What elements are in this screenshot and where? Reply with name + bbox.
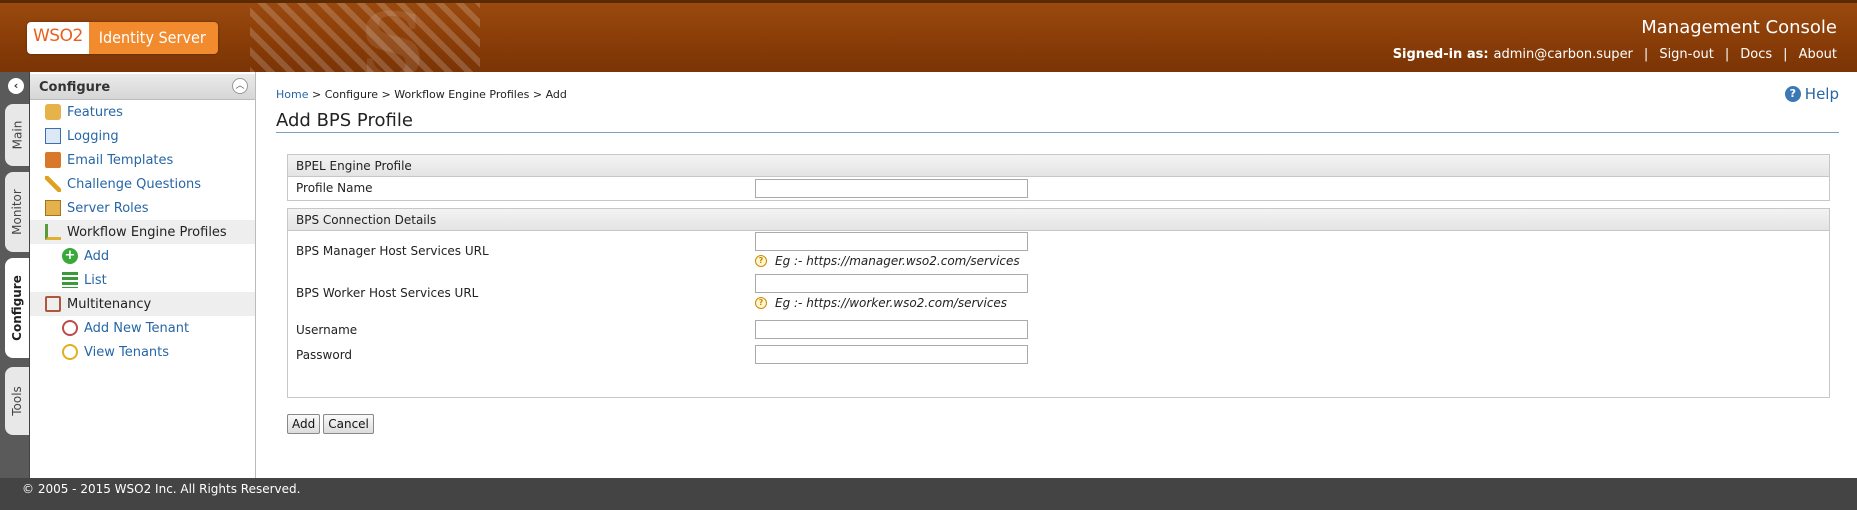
tab-tools[interactable]: Tools [5,367,29,435]
docs-link[interactable]: Docs [1740,47,1772,62]
page-title: Add BPS Profile [276,110,413,131]
signed-in-user: admin@carbon.super [1493,47,1633,62]
tab-configure[interactable]: Configure [5,258,29,358]
workflow-icon [45,224,61,240]
worker-url-hint: ? Eg :- https://worker.wso2.com/services [755,296,1007,310]
username-label: Username [296,323,358,337]
help-icon: ? [1784,86,1801,102]
sign-out-link[interactable]: Sign-out [1659,47,1714,62]
sidebar-title: Configure [39,80,111,95]
features-icon [45,104,61,120]
copyright-text: © 2005 - 2015 WSO2 Inc. All Rights Reser… [22,482,301,496]
manager-url-hint: ? Eg :- https://manager.wso2.com/service… [755,254,1020,268]
console-title: Management Console [1641,17,1837,38]
sidebar-item-workflow-engine-profiles[interactable]: Workflow Engine Profiles [30,220,255,244]
sidebar-item-features[interactable]: Features [30,100,255,124]
username-input[interactable] [755,320,1028,339]
user-bar: Signed-in as: admin@carbon.super | Sign-… [1392,47,1837,62]
breadcrumb: Home > Configure > Workflow Engine Profi… [276,88,567,101]
sidebar-item-view-tenants[interactable]: View Tenants [30,340,255,364]
worker-url-input[interactable] [755,274,1028,293]
sidebar: Configure ︿ Features Logging Email Templ… [30,72,256,478]
list-icon [62,272,78,288]
footer: © 2005 - 2015 WSO2 Inc. All Rights Reser… [0,478,1857,510]
logging-icon [45,128,61,144]
challenge-questions-icon [45,176,61,192]
tab-monitor[interactable]: Monitor [5,172,29,252]
header: S WSO2 Identity Server Management Consol… [0,0,1857,72]
hint-icon: ? [755,297,767,309]
profile-name-label: Profile Name [296,181,373,195]
collapse-section-icon[interactable]: ︿ [232,78,248,94]
hint-icon: ? [755,255,767,267]
cancel-button[interactable]: Cancel [323,414,374,434]
form-buttons: Add Cancel [287,414,374,434]
breadcrumb-trail: > Configure > Workflow Engine Profiles >… [311,88,567,101]
server-roles-icon [45,200,61,216]
profile-section-header: BPEL Engine Profile [288,155,1829,177]
connection-section: BPS Connection Details BPS Manager Host … [287,208,1830,398]
profile-name-input[interactable] [755,179,1028,198]
main-content: Home > Configure > Workflow Engine Profi… [257,72,1857,478]
password-row: Password [288,340,1829,366]
sidebar-header: Configure ︿ [30,74,255,100]
password-label: Password [296,348,353,362]
multitenancy-icon [45,296,61,312]
logo-brand: WSO2 [27,22,89,54]
username-row: Username [288,315,1829,340]
sidebar-item-multitenancy[interactable]: Multitenancy [30,292,255,316]
sidebar-item-email-templates[interactable]: Email Templates [30,148,255,172]
manager-url-row: BPS Manager Host Services URL ? Eg :- ht… [288,231,1829,273]
title-divider [276,132,1839,133]
header-watermark: S [360,0,425,72]
about-link[interactable]: About [1799,47,1837,62]
profile-name-row: Profile Name [288,177,1829,201]
signed-in-label: Signed-in as: [1392,47,1489,62]
sidebar-item-add-new-tenant[interactable]: Add New Tenant [30,316,255,340]
worker-url-label: BPS Worker Host Services URL [296,286,479,300]
worker-url-row: BPS Worker Host Services URL ? Eg :- htt… [288,273,1829,315]
profile-section: BPEL Engine Profile Profile Name [287,154,1830,201]
email-templates-icon [45,152,61,168]
add-icon: + [62,248,78,264]
breadcrumb-home[interactable]: Home [276,88,308,101]
view-tenants-icon [62,344,78,360]
help-link[interactable]: ? Help [1784,85,1839,103]
sidebar-item-add[interactable]: + Add [30,244,255,268]
manager-url-label: BPS Manager Host Services URL [296,244,489,258]
password-input[interactable] [755,345,1028,364]
connection-section-header: BPS Connection Details [288,209,1829,231]
add-button[interactable]: Add [287,414,321,434]
sidebar-item-logging[interactable]: Logging [30,124,255,148]
product-logo[interactable]: WSO2 Identity Server [27,22,218,54]
sidebar-item-list[interactable]: List [30,268,255,292]
tab-main[interactable]: Main [5,104,29,166]
manager-url-input[interactable] [755,232,1028,251]
sidebar-menu: Features Logging Email Templates Challen… [30,100,255,364]
sidebar-item-challenge-questions[interactable]: Challenge Questions [30,172,255,196]
sidebar-item-server-roles[interactable]: Server Roles [30,196,255,220]
vertical-tab-bar: ‹ Main Monitor Configure Tools [0,72,30,478]
add-tenant-icon [62,320,78,336]
collapse-menu-icon[interactable]: ‹ [8,78,24,94]
logo-product: Identity Server [88,22,218,54]
